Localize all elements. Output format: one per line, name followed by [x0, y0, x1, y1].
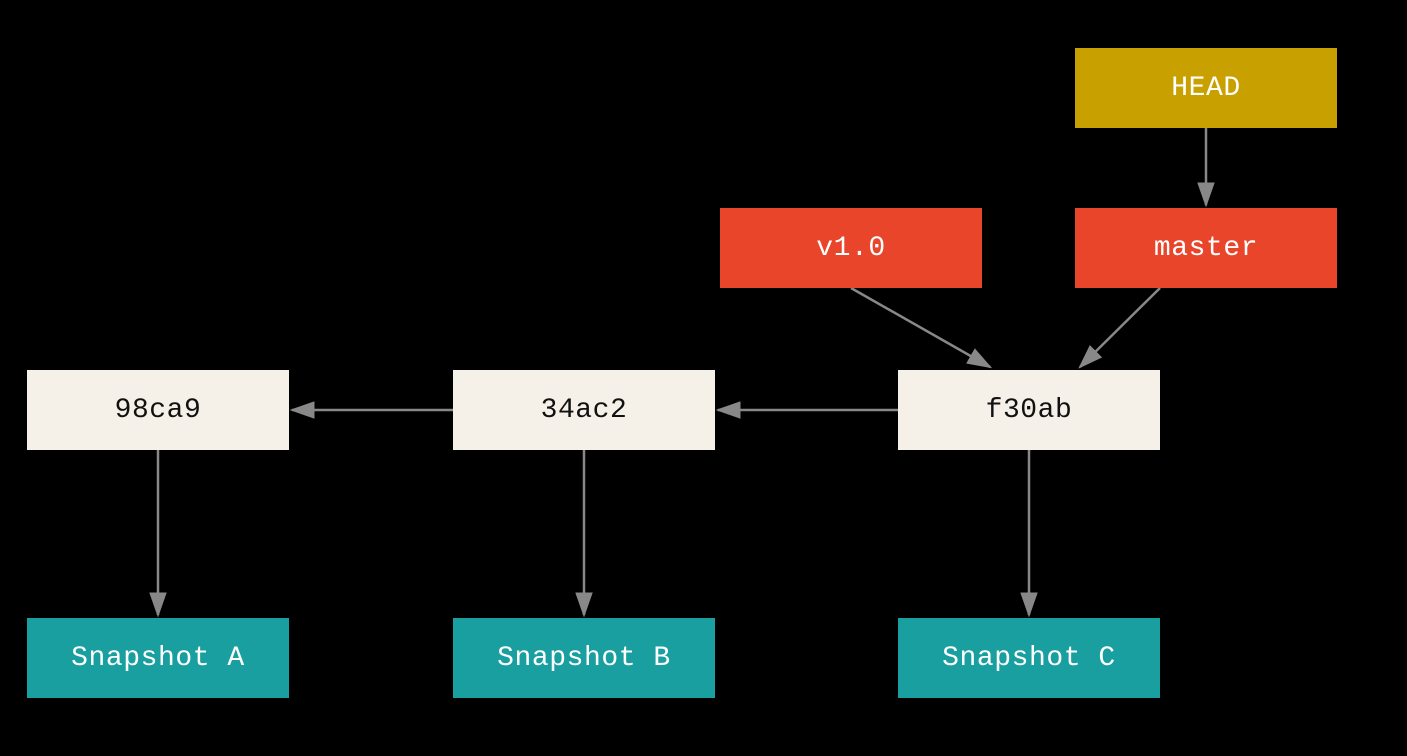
34ac2-node: 34ac2: [453, 370, 715, 450]
snapshot-a-node: Snapshot A: [27, 618, 289, 698]
snapshot-b-label: Snapshot B: [497, 643, 671, 674]
f30ab-label: f30ab: [986, 395, 1073, 426]
snapshot-c-label: Snapshot C: [942, 643, 1116, 674]
git-diagram: HEAD v1.0 master f30ab 34ac2 98ca9 Snaps…: [0, 0, 1407, 756]
34ac2-label: 34ac2: [541, 395, 628, 426]
v1-label: v1.0: [816, 233, 885, 264]
98ca9-label: 98ca9: [115, 395, 202, 426]
master-label: master: [1154, 233, 1258, 264]
snapshot-b-node: Snapshot B: [453, 618, 715, 698]
snapshot-c-node: Snapshot C: [898, 618, 1160, 698]
v1-node: v1.0: [720, 208, 982, 288]
f30ab-node: f30ab: [898, 370, 1160, 450]
head-node: HEAD: [1075, 48, 1337, 128]
head-label: HEAD: [1171, 73, 1240, 104]
98ca9-node: 98ca9: [27, 370, 289, 450]
snapshot-a-label: Snapshot A: [71, 643, 245, 674]
master-node: master: [1075, 208, 1337, 288]
